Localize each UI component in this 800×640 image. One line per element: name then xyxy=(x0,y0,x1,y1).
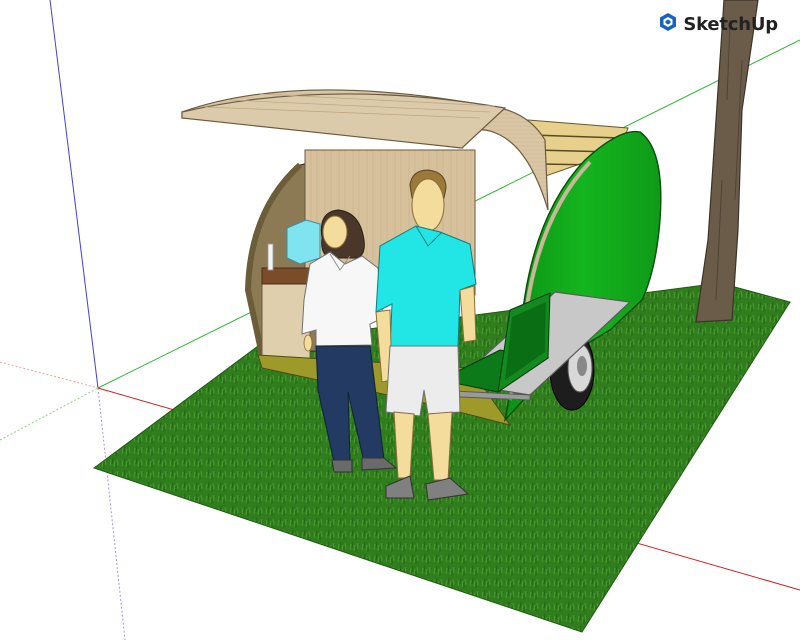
brand-logo: SketchUp xyxy=(658,12,778,37)
tree-trunk[interactable] xyxy=(695,0,759,323)
model-scene[interactable] xyxy=(0,0,800,640)
sketchup-viewport[interactable]: SketchUp xyxy=(0,0,800,640)
sketchup-logo-icon xyxy=(658,12,678,37)
brand-name: SketchUp xyxy=(683,14,778,35)
